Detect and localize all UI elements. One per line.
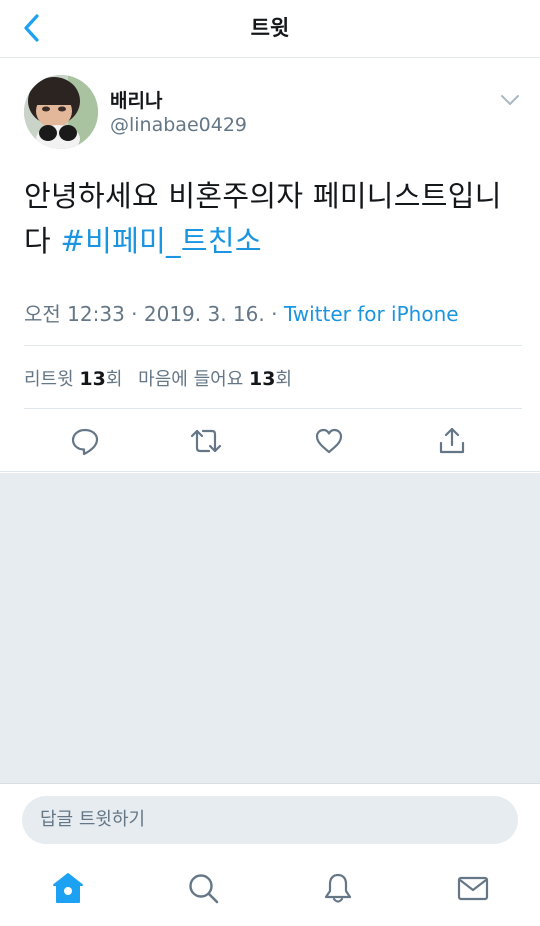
- retweets-stat[interactable]: 리트윗 13회: [24, 368, 123, 390]
- retweets-label: 리트윗: [24, 369, 74, 390]
- tab-search[interactable]: [185, 870, 221, 906]
- tweet-detail: 배리나 @linabae0429 안녕하세요 비혼주의자 페미니스트입니다 #비…: [0, 58, 540, 472]
- notifications-bell-icon: [324, 873, 352, 903]
- heart-icon: [315, 428, 343, 454]
- tab-messages[interactable]: [455, 870, 491, 906]
- tweet-meta: 오전 12:33 · 2019. 3. 16. · Twitter for iP…: [24, 298, 459, 327]
- tweet-text: 안녕하세요 비혼주의자 페미니스트입니다 #비페미_트친소: [24, 174, 520, 264]
- bottom-tab-bar: [0, 848, 540, 926]
- avatar[interactable]: [24, 75, 98, 149]
- retweet-button[interactable]: [189, 424, 223, 458]
- retweet-icon: [190, 429, 222, 453]
- avatar-image: [24, 75, 98, 149]
- reply-icon: [71, 428, 99, 456]
- author-handle[interactable]: @linabae0429: [110, 114, 247, 136]
- reply-input[interactable]: 답글 트윗하기: [22, 796, 518, 844]
- divider: [24, 345, 522, 346]
- tab-home[interactable]: [50, 870, 86, 906]
- chevron-down-icon: [501, 95, 519, 105]
- tweet-source-link[interactable]: Twitter for iPhone: [284, 302, 459, 326]
- reply-button[interactable]: [68, 424, 102, 458]
- meta-separator: ·: [264, 302, 284, 326]
- divider: [24, 408, 522, 409]
- tweet-timestamp: 오전 12:33 · 2019. 3. 16.: [24, 302, 265, 326]
- home-icon: [53, 873, 83, 903]
- tweet-stats: 리트윗 13회 마음에 들어요 13회: [24, 365, 292, 391]
- likes-stat[interactable]: 마음에 들어요 13회: [138, 368, 293, 390]
- share-icon: [439, 427, 465, 454]
- page-title: 트윗: [250, 16, 290, 40]
- likes-unit: 회: [275, 369, 293, 390]
- messages-envelope-icon: [457, 876, 489, 901]
- reply-bar: 답글 트윗하기: [0, 783, 540, 844]
- hashtag-link[interactable]: #비페미_트친소: [61, 224, 262, 258]
- top-bar: 트윗: [0, 0, 540, 58]
- tab-notifications[interactable]: [320, 870, 356, 906]
- retweets-count: 13: [79, 368, 106, 390]
- likes-label: 마음에 들어요: [138, 369, 244, 390]
- retweets-unit: 회: [105, 369, 123, 390]
- search-icon: [189, 874, 219, 904]
- like-button[interactable]: [312, 424, 346, 458]
- share-button[interactable]: [435, 424, 469, 458]
- tweet-menu-button[interactable]: [498, 88, 522, 112]
- tweet-actions: [0, 410, 540, 472]
- replies-area: [0, 473, 540, 783]
- author-name[interactable]: 배리나: [110, 86, 162, 113]
- likes-count: 13: [249, 368, 276, 390]
